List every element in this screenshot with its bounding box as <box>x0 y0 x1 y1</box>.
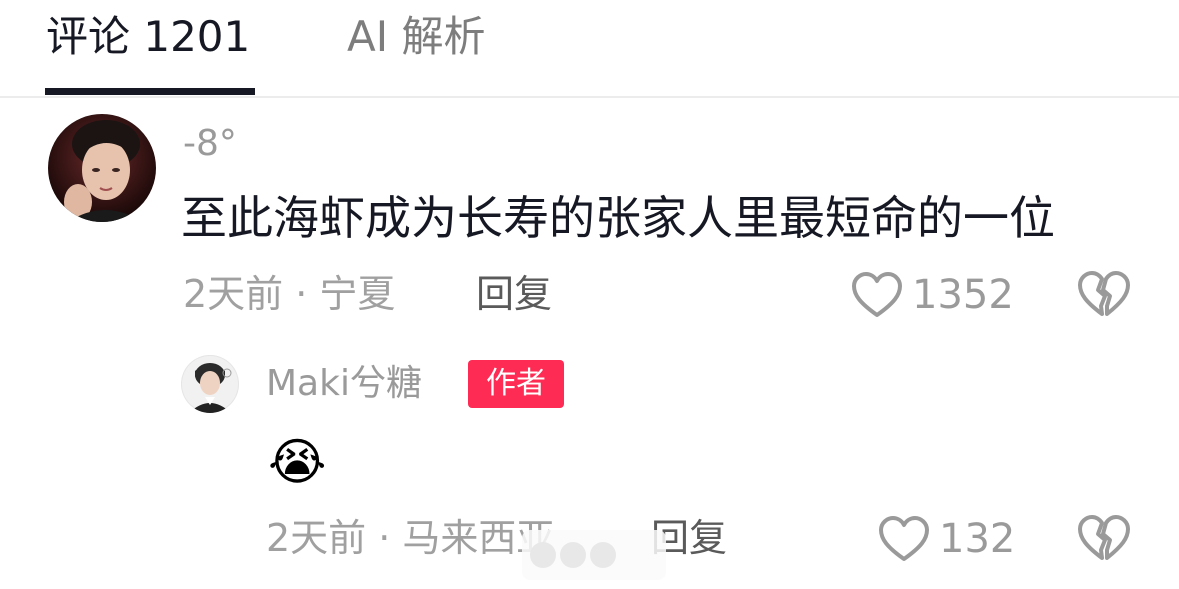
reply-like-count: 132 <box>939 516 1016 562</box>
reply-button[interactable]: 回复 <box>476 271 552 317</box>
heart-outline-icon <box>879 516 929 561</box>
reply-like-button[interactable]: 132 <box>877 512 1015 566</box>
watermark-dot <box>560 542 586 568</box>
watermark-dot <box>590 542 616 568</box>
broken-heart-icon <box>1078 515 1130 560</box>
commenter-username[interactable]: -8° <box>183 122 237 166</box>
watermark-dot <box>530 542 556 568</box>
active-tab-indicator <box>45 88 255 95</box>
comment-tabs: 评论 1201 AI 解析 <box>0 0 1179 98</box>
tab-ai-analysis[interactable]: AI 解析 <box>347 10 485 64</box>
reply-meta: 2天前 · 马来西亚 <box>266 516 555 560</box>
reply-author-avatar[interactable] <box>181 355 239 413</box>
heart-outline-icon <box>852 272 902 317</box>
comment-meta: 2天前 · 宁夏 <box>183 272 396 316</box>
author-badge: 作者 <box>468 360 564 408</box>
crying-emoji: 😭 <box>268 433 327 491</box>
commenter-avatar[interactable] <box>48 114 156 222</box>
reply-author-username[interactable]: Maki兮糖 <box>266 362 422 406</box>
broken-heart-icon <box>1078 271 1130 316</box>
like-count: 1352 <box>912 272 1014 318</box>
watermark <box>522 530 666 580</box>
dislike-button[interactable] <box>1076 268 1132 322</box>
like-button[interactable]: 1352 <box>850 268 1014 322</box>
tab-comments[interactable]: 评论 1201 <box>46 10 250 64</box>
comment-text: 至此海虾成为长寿的张家人里最短命的一位 <box>181 191 1055 245</box>
reply-dislike-button[interactable] <box>1076 512 1132 566</box>
